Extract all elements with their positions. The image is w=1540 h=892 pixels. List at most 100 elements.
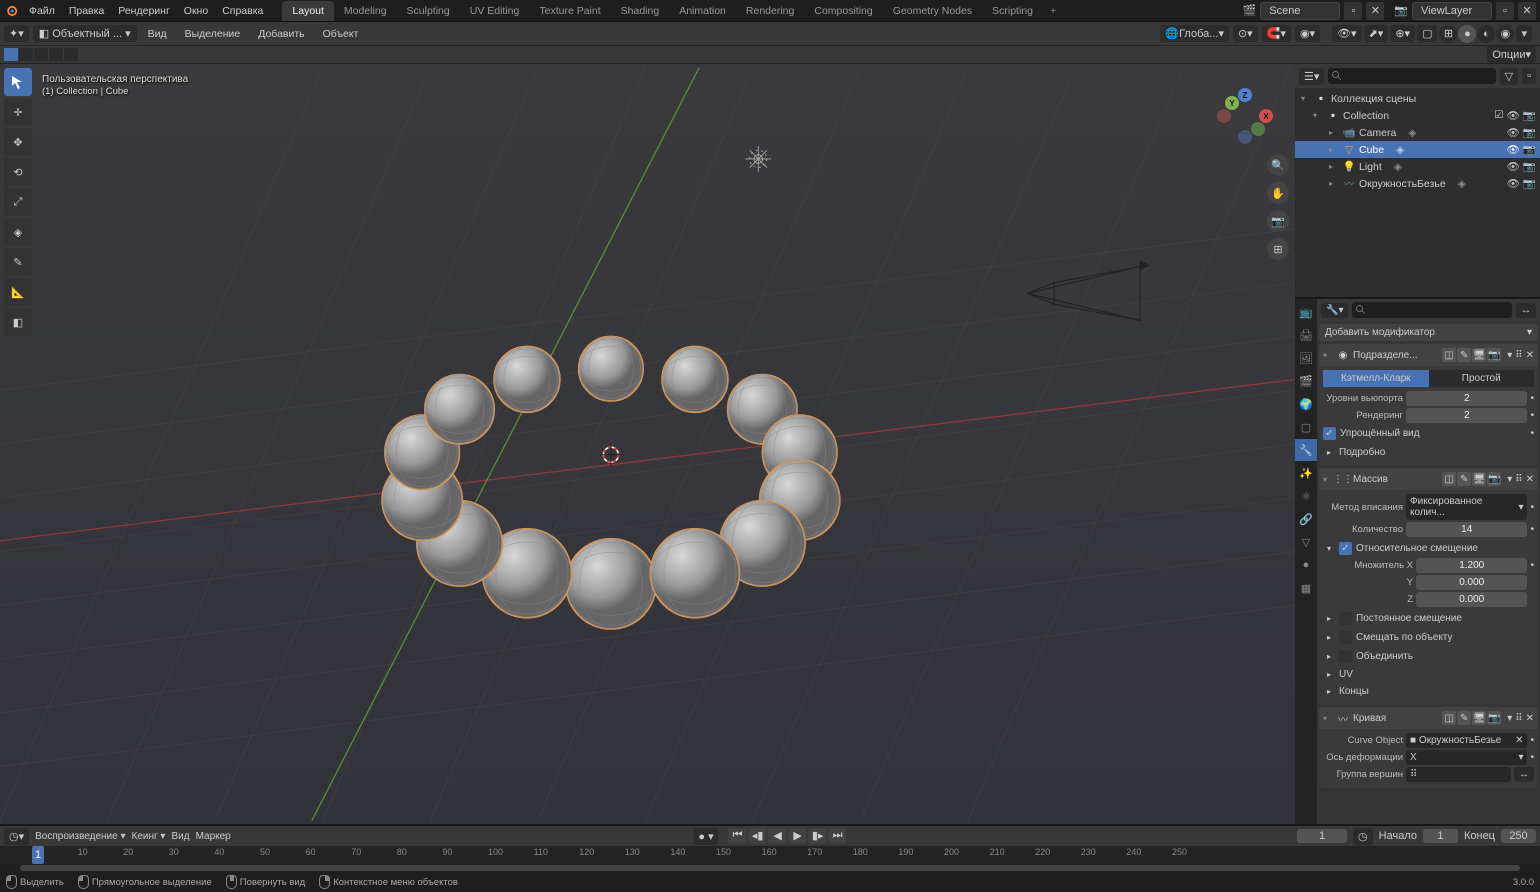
factor-x-field[interactable]: 1.200 <box>1416 558 1527 573</box>
autokey-toggle[interactable]: ● ▾ <box>693 828 718 845</box>
factor-y-field[interactable]: 0.000 <box>1416 575 1527 590</box>
render-icon[interactable]: 📷 <box>1523 177 1536 190</box>
render-icon[interactable]: 📷 <box>1523 160 1536 173</box>
zoom-widget-icon[interactable]: 🔍 <box>1267 154 1289 176</box>
curve-cage-toggle[interactable]: ◫ <box>1442 711 1456 725</box>
eye-icon[interactable]: 👁 <box>1507 143 1520 156</box>
gizmo-toggle[interactable]: ⬈▾ <box>1364 25 1389 42</box>
tool-add-cube[interactable]: ◧ <box>4 308 32 336</box>
const-offset-header[interactable]: ▸Постоянное смещение <box>1323 609 1534 628</box>
workspace-tab-modeling[interactable]: Modeling <box>334 1 397 21</box>
render-icon[interactable]: 📷 <box>1523 143 1536 156</box>
array-extra-dropdown[interactable]: ▾ <box>1507 474 1512 485</box>
scene-name-field[interactable]: Scene <box>1260 2 1340 20</box>
obj-offset-checkbox[interactable] <box>1339 631 1352 644</box>
viewlayer-field[interactable]: ViewLayer <box>1412 2 1492 20</box>
array-edit-toggle[interactable]: ✎ <box>1457 472 1471 486</box>
outliner-new-collection-icon[interactable]: ▫ <box>1522 68 1536 84</box>
mod-delete-icon[interactable]: ✕ <box>1526 350 1534 361</box>
workspace-tab-shading[interactable]: Shading <box>611 1 670 21</box>
tree-collection[interactable]: ▾▫️Collection ☑👁📷 <box>1295 107 1540 124</box>
count-field[interactable]: 14 <box>1406 522 1527 537</box>
mod-extra-dropdown[interactable]: ▾ <box>1507 350 1512 361</box>
prop-tab-world[interactable]: 🌍 <box>1295 393 1317 415</box>
array-cage-toggle[interactable]: ◫ <box>1442 472 1456 486</box>
curve-name[interactable]: Кривая <box>1353 713 1386 724</box>
select-mode-new[interactable] <box>4 48 18 61</box>
array-collapse-icon[interactable]: ▾ <box>1323 475 1333 484</box>
outliner-filter-icon[interactable]: ▽ <box>1500 68 1518 85</box>
menu-file[interactable]: Файл <box>22 5 62 17</box>
viewport-menu-add[interactable]: Добавить <box>251 28 311 40</box>
pivot-selector[interactable]: ⊙▾ <box>1233 25 1258 42</box>
menu-render[interactable]: Рендеринг <box>111 5 176 17</box>
workspace-tab-uv-editing[interactable]: UV Editing <box>460 1 530 21</box>
mod-cage-toggle[interactable]: ◫ <box>1442 348 1456 362</box>
keyframe-prev-icon[interactable]: ◂▮ <box>749 828 767 844</box>
workspace-tab-scripting[interactable]: Scripting <box>982 1 1043 21</box>
workspace-tab-layout[interactable]: Layout <box>282 1 334 21</box>
options-dropdown[interactable]: Опции ▾ <box>1487 46 1536 63</box>
end-frame-field[interactable]: 250 <box>1501 829 1536 843</box>
curve-delete-icon[interactable]: ✕ <box>1526 713 1534 724</box>
object-mode-selector[interactable]: ◧ Объектный ... ▾ <box>33 25 137 42</box>
tree-item-light[interactable]: ▸💡Light◈👁📷 <box>1295 158 1540 175</box>
keyframe-next-icon[interactable]: ▮▸ <box>809 828 827 844</box>
tool-move[interactable]: ✥ <box>4 128 32 156</box>
add-modifier-button[interactable]: Добавить модификатор▾ <box>1319 324 1538 341</box>
shading-material[interactable]: ◐ <box>1477 25 1495 43</box>
deform-axis-field[interactable]: X▾ <box>1406 750 1527 765</box>
shading-options-dropdown[interactable]: ▾ <box>1516 25 1532 42</box>
mod-move-icon[interactable]: ⠿ <box>1515 350 1522 361</box>
tree-item-cube[interactable]: ▸▽Cube◈👁📷 <box>1295 141 1540 158</box>
eye-icon[interactable]: 👁 <box>1507 177 1520 190</box>
properties-search[interactable] <box>1352 302 1512 318</box>
3d-viewport[interactable]: ✛ ✥ ⟲ ⤢ ◈ ✎ 📐 ◧ Пользовательская перспек… <box>0 64 1295 824</box>
prop-tab-object[interactable]: ▢ <box>1295 416 1317 438</box>
collection-checkbox-icon[interactable]: ☑ <box>1494 109 1503 122</box>
tree-scene-collection[interactable]: ▾▫️Коллекция сцены <box>1295 90 1540 107</box>
select-mode-intersect[interactable] <box>64 48 78 61</box>
obj-offset-header[interactable]: ▸Смещать по объекту <box>1323 628 1534 647</box>
curve-obj-field[interactable]: ■ ОкружностьБезье✕ <box>1406 733 1527 748</box>
workspace-tab-rendering[interactable]: Rendering <box>736 1 804 21</box>
current-frame-field[interactable]: 1 <box>1297 829 1347 843</box>
prop-tab-material[interactable]: ● <box>1295 554 1317 576</box>
navigation-gizmo[interactable]: X Y Z <box>1217 88 1273 144</box>
proportional-toggle[interactable]: ◉▾ <box>1295 25 1320 42</box>
rel-offset-checkbox[interactable]: ✓ <box>1339 542 1352 555</box>
curve-extra-dropdown[interactable]: ▾ <box>1507 713 1512 724</box>
prop-tab-texture[interactable]: ▦ <box>1295 577 1317 599</box>
workspace-tab-animation[interactable]: Animation <box>669 1 736 21</box>
eye-icon[interactable]: 👁 <box>1507 126 1520 139</box>
render-icon[interactable]: 📷 <box>1523 126 1536 139</box>
tool-measure[interactable]: 📐 <box>4 278 32 306</box>
editor-type-selector[interactable]: ✦▾ <box>4 25 29 42</box>
array-render-toggle[interactable]: 📷 <box>1487 472 1501 486</box>
subsurf-collapse-icon[interactable]: ▾ <box>1323 351 1333 360</box>
jump-start-icon[interactable]: ⏮ <box>729 828 747 844</box>
array-realtime-toggle[interactable]: 🖥 <box>1472 472 1486 486</box>
prop-tab-viewlayer[interactable]: 🖼 <box>1295 347 1317 369</box>
delete-scene-icon[interactable]: ✕ <box>1366 2 1384 20</box>
mod-realtime-toggle[interactable]: 🖥 <box>1472 348 1486 362</box>
shading-rendered[interactable]: ◉ <box>1496 25 1514 43</box>
mod-edit-toggle[interactable]: ✎ <box>1457 348 1471 362</box>
orientation-selector[interactable]: 🌐 Глоба... ▾ <box>1160 25 1229 42</box>
timeline-scrollbar[interactable] <box>0 864 1540 872</box>
tl-marker[interactable]: Маркер <box>196 831 231 842</box>
prop-tab-constraints[interactable]: 🔗 <box>1295 508 1317 530</box>
jump-end-icon[interactable]: ⏭ <box>829 828 847 844</box>
viewport-menu-view[interactable]: Вид <box>141 28 174 40</box>
properties-pin-icon[interactable]: ↔ <box>1516 303 1536 318</box>
select-mode-extend[interactable] <box>19 48 33 61</box>
perspective-toggle-icon[interactable]: ⊞ <box>1267 238 1289 260</box>
viewport-levels-field[interactable]: 2 <box>1406 391 1527 406</box>
subsurf-name[interactable]: Подразделе... <box>1353 350 1418 361</box>
menu-window[interactable]: Окно <box>177 5 215 17</box>
shading-wireframe[interactable]: ⊞ <box>1439 25 1457 43</box>
prop-tab-render[interactable]: 📺 <box>1295 301 1317 323</box>
vgroup-invert-icon[interactable]: ↔ <box>1514 767 1534 782</box>
workspace-tab-geometry-nodes[interactable]: Geometry Nodes <box>883 1 982 21</box>
select-mode-subtract[interactable] <box>34 48 48 61</box>
